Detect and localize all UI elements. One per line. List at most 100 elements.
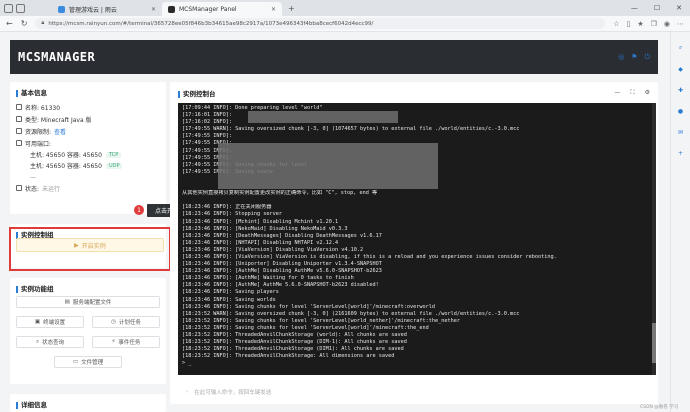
details-title: 详细信息 (10, 394, 166, 409)
name-icon (16, 104, 22, 110)
language-icon[interactable]: ⚑ (631, 53, 637, 62)
terminal-line: [18:23:46 INFO]: [ViaVersion] ViaVersion… (182, 253, 557, 260)
tab-title: MCSManager Panel (179, 5, 237, 13)
terminal-line: [18:23:52 WARN]: Saving oversized chunk … (182, 310, 520, 317)
terminal-line: [18:23:46 INFO]: [Mchint] Disabling Mchi… (182, 218, 339, 225)
resource-limit: 资源限制: 查看 (16, 125, 160, 137)
terminal-line: [18:23:46 INFO]: Saving worlds (182, 296, 276, 303)
logout-icon[interactable]: ⏻ (644, 53, 650, 62)
step-badge: 1 (134, 205, 144, 215)
scheduled-tasks-button[interactable]: ◷ 计划任务 (92, 316, 160, 328)
search-icon[interactable]: ⌕ (679, 44, 682, 52)
more-menu-icon[interactable]: ⋯ (677, 20, 684, 28)
favorite-star-icon[interactable]: ☆ (613, 20, 619, 28)
settings-icon[interactable]: ⚙ (645, 89, 650, 97)
refresh-icon[interactable]: ↻ (21, 19, 28, 28)
terminal-line: [18:23:46 INFO]: [DeathMessages] Disabli… (182, 232, 382, 239)
ports-label: 可用端口: (16, 137, 160, 149)
terminal-icon: ▣ (34, 319, 41, 325)
minimize-terminal-icon[interactable]: — (614, 89, 620, 97)
back-icon[interactable]: ← (6, 19, 13, 28)
terminal-line: [18:23:46 INFO]: Saving players (182, 289, 279, 296)
highlight-box (9, 227, 171, 271)
terminal-prompt: > _ (182, 360, 192, 367)
terminal-line: [18:23:52 INFO]: ThreadedAnvilChunkStora… (182, 353, 395, 360)
terminal-line: [18:23:46 INFO]: [AuthMe] AuthMe 5.6.0-S… (182, 282, 379, 289)
terminal-output[interactable]: [17:09:44 INFO]: Done preparing level "w… (178, 103, 652, 375)
address-bar: ← ↻ 🔒︎ https://mcsm.rainyun.com/#/termin… (0, 16, 690, 32)
user-icon[interactable]: ◎ (618, 53, 624, 62)
header-icons: ◎ ⚑ ⏻ (618, 53, 650, 62)
watermark: CSDN @春卷 学习 (640, 405, 679, 410)
type-icon (16, 116, 22, 122)
instance-type: 类型: Minecraft Java 版 (16, 113, 160, 125)
status-query-button[interactable]: ⌕ 状态查询 (16, 336, 84, 348)
port-more: ... (30, 173, 36, 180)
event-tasks-button[interactable]: ⚡︎ 事件任务 (92, 336, 160, 348)
instance-status: 状态: 未运行 (16, 182, 160, 194)
function-title: 实例功能组 (10, 278, 166, 293)
workspace-icon[interactable] (4, 3, 13, 13)
terminal-line: [18:23:46 INFO]: [NHTAPI] Disabling NHTA… (182, 239, 339, 246)
command-input[interactable]: 在此可输入命令，按回车键发送 (194, 388, 271, 396)
ports-icon (16, 140, 22, 146)
mcsmanager-logo[interactable]: MCSMANAGER (18, 50, 95, 64)
fullscreen-icon[interactable]: ⛶ (630, 89, 634, 97)
udp-tag: UDP (105, 162, 123, 169)
folder-icon: ▭ (72, 359, 79, 365)
terminal-line: [18:23:46 INFO]: [AuthMe] Waiting for 0 … (182, 275, 354, 282)
terminal-header-icons: — ⛶ ⚙ (614, 89, 650, 97)
minimize-icon[interactable]: — (631, 4, 638, 12)
chevron-right-icon: › (186, 389, 189, 395)
favorites-icon[interactable]: ★ (637, 20, 643, 28)
terminal-line: [18:23:52 INFO]: Saving chunks for level… (182, 324, 429, 331)
new-tab-button[interactable]: + (288, 4, 295, 13)
tab-mcsmanager[interactable]: MCSManager Panel ✕ (162, 2, 282, 16)
close-window-icon[interactable]: ✕ (676, 4, 682, 12)
clock-icon: ◷ (111, 319, 116, 325)
close-tab-icon[interactable]: ✕ (151, 6, 156, 13)
mcsm-favicon (168, 5, 175, 13)
terminal-line: [18:23:52 INFO]: Saving chunks for level… (182, 317, 460, 324)
command-input-bar[interactable]: › 在此可输入命令，按回车键发送 (178, 384, 652, 400)
details-card: 详细信息 (10, 394, 166, 412)
file-management-button[interactable]: ▭ 文件管理 (54, 356, 122, 368)
lock-icon: 🔒︎ (41, 20, 45, 26)
terminal-title: 实例控制台 (178, 88, 216, 98)
close-tab-icon[interactable]: ✕ (271, 6, 276, 13)
tab-actions-icon[interactable] (16, 3, 25, 13)
collections-icon[interactable]: ❐ (651, 20, 657, 28)
tcp-tag: TCP (105, 151, 122, 158)
add-sidebar-icon[interactable]: + (678, 150, 683, 157)
browser-sidebar: ⌕ ◆ ✚ ● ✉ + (670, 32, 690, 412)
split-screen-icon[interactable]: ▯ (626, 20, 630, 28)
terminal-line: [18:23:52 INFO]: ThreadedAnvilChunkStora… (182, 332, 407, 338)
profile-icon[interactable]: ◉ (664, 20, 670, 28)
terminal-line: [18:23:52 INFO]: ThreadedAnvilChunkStora… (182, 346, 404, 353)
window-controls-left (0, 3, 52, 13)
terminal-line: [18:23:46 INFO]: 正在关闭服务器 (182, 204, 272, 211)
terminal-settings-button[interactable]: ▣ 终端设置 (16, 316, 84, 328)
window-controls: — ☐ ✕ (631, 4, 690, 12)
server-config-button[interactable]: ▤ 服务端配置文件 (16, 296, 160, 308)
basic-info-title: 基本信息 (16, 87, 160, 97)
maximize-icon[interactable]: ☐ (654, 4, 660, 12)
terminal-line: [17:49:55 INFO]: (182, 133, 232, 140)
blur-overlay (248, 111, 398, 123)
tools-icon[interactable]: ✚ (678, 87, 683, 94)
tab-title: 管理游戏云 | 雨云 (69, 6, 117, 14)
shopping-icon[interactable]: ◆ (678, 66, 683, 73)
office-icon[interactable]: ● (678, 108, 683, 115)
browser-toolbar-icons: ☆ ▯ ★ ❐ ◉ ⋯ (613, 20, 684, 28)
terminal-line: [18:23:46 INFO]: [NekoMaid] Disabling Ne… (182, 225, 348, 232)
terminal-scrollbar[interactable] (652, 103, 656, 375)
url-field[interactable]: 🔒︎ https://mcsm.rainyun.com/#/terminal/3… (35, 18, 606, 29)
rainyun-favicon (58, 5, 65, 13)
terminal-line: [18:23:46 INFO]: [AuthMe] Disabling Auth… (182, 268, 382, 275)
outlook-icon[interactable]: ✉ (678, 129, 683, 136)
scrollbar-thumb[interactable] (652, 323, 656, 363)
tab-rainyun[interactable]: 管理游戏云 | 雨云 ✕ (52, 2, 162, 16)
terminal-line: [18:23:46 INFO]: Saving chunks for level… (182, 303, 435, 310)
view-resource-link[interactable]: 查看 (54, 127, 66, 136)
